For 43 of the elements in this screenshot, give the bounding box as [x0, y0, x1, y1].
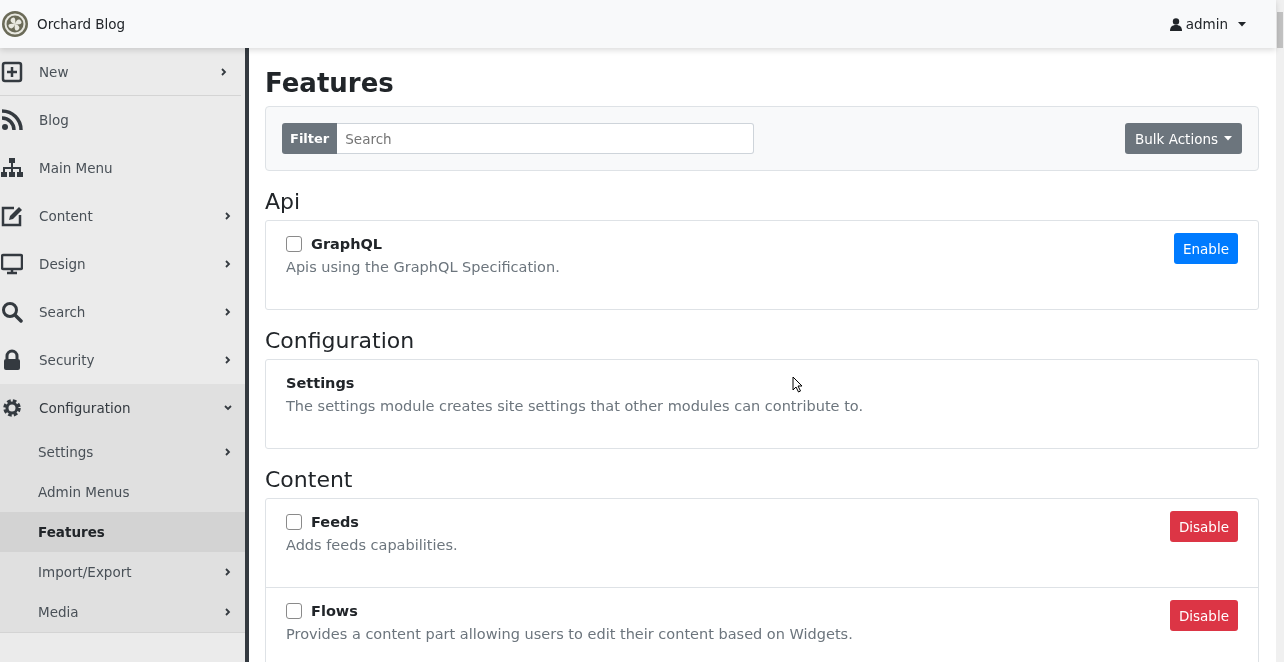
user-icon [1169, 17, 1182, 31]
sidebar-subitem[interactable]: Admin Menus [0, 472, 245, 512]
feature-name: Settings [286, 375, 355, 391]
sidebar-item[interactable]: New [0, 48, 241, 96]
feature-description: The settings module creates site settings that other modules can contribute to. [286, 398, 864, 414]
settings-icon [1, 397, 23, 419]
caret-icon [1238, 21, 1246, 27]
sidebar-item[interactable]: Search [0, 288, 245, 336]
feature-description: Adds feeds capabilities. [286, 537, 458, 553]
sidebar-subitem[interactable]: Media [0, 592, 245, 632]
section-heading: Content [265, 467, 354, 492]
site-title[interactable]: Orchard Blog [37, 16, 126, 32]
mouse-cursor-icon [792, 376, 804, 394]
bulk-actions-button[interactable]: Bulk Actions [1125, 123, 1242, 154]
sidebar-item[interactable]: Main Menu [0, 144, 245, 192]
sidebar-item[interactable]: Content [0, 192, 245, 240]
sidebar-subitem[interactable]: Features [0, 512, 245, 552]
search-field[interactable]: Search [337, 123, 754, 154]
sidebar-item[interactable]: Security [0, 336, 245, 384]
scrollbar[interactable] [1276, 0, 1284, 662]
logo-icon [1, 10, 29, 38]
caret-icon [1224, 136, 1232, 141]
user-menu[interactable]: admin [1165, 12, 1250, 36]
sidebar-subitem[interactable]: Settings [0, 432, 245, 472]
feature-name: GraphQL [311, 236, 383, 252]
page-title: Features [265, 68, 395, 98]
feature-description: Apis using the GraphQL Specification. [286, 259, 560, 275]
checkbox[interactable] [286, 514, 302, 530]
checkbox[interactable] [286, 236, 302, 252]
section-heading: Configuration [265, 328, 416, 353]
feature-name: Flows [311, 603, 358, 619]
sidebar-item[interactable]: Design [0, 240, 245, 288]
enable-button[interactable]: Enable [1174, 233, 1238, 264]
feature-name: Feeds [311, 514, 359, 530]
section-heading: Api [265, 189, 302, 214]
checkbox[interactable] [286, 603, 302, 619]
sidebar-item[interactable]: Configuration [0, 384, 245, 432]
feature-description: Provides a content part allowing users to edit their content based on Widgets. [286, 626, 853, 642]
sidebar-subitem[interactable]: Import/Export [0, 552, 245, 592]
filter-label: Filter [282, 123, 338, 154]
sidebar-item[interactable]: Blog [0, 96, 245, 144]
disable-button[interactable]: Disable [1169, 511, 1238, 542]
disable-button[interactable]: Disable [1169, 600, 1238, 631]
